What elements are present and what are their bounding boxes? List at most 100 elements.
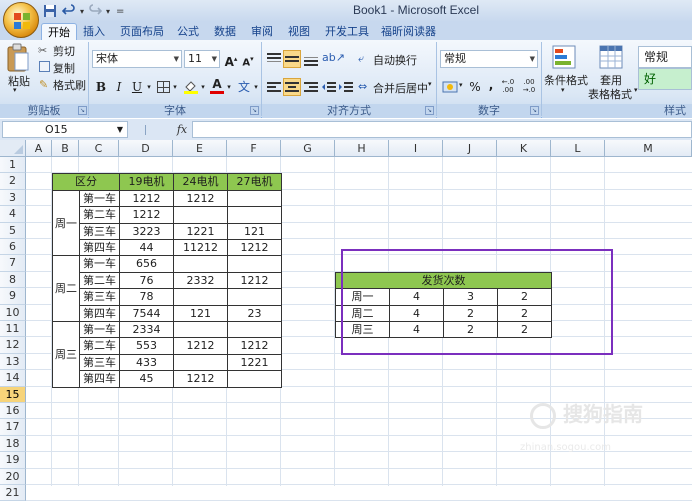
number-launcher-icon[interactable]: ↘ [530,106,539,115]
format-painter-button[interactable]: 格式刷 [53,77,86,93]
decrease-decimal-button[interactable]: .00 →.0 [520,78,538,96]
tab-page-layout[interactable]: 页面布局 [114,23,170,41]
table1-car-cell[interactable]: 第四车 [79,239,120,257]
style-good[interactable]: 好 [638,68,692,90]
table1-value-cell[interactable]: 78 [119,288,174,306]
table1-value-cell[interactable]: 553 [119,337,174,355]
column-header-m[interactable]: M [605,140,692,157]
row-header-11[interactable]: 11 [0,321,26,338]
column-header-d[interactable]: D [119,140,173,157]
row-header-16[interactable]: 16 [0,403,26,420]
table1-car-cell[interactable]: 第三车 [79,288,120,306]
row-header-13[interactable]: 13 [0,353,26,371]
table1-value-cell[interactable]: 44 [119,239,174,257]
borders-icon[interactable] [157,81,170,93]
table1-header-cell[interactable]: 19电机 [119,173,174,191]
wrap-text-button[interactable]: 自动换行 [373,52,417,68]
row-header-2[interactable]: 2 [0,173,26,190]
tab-insert[interactable]: 插入 [77,23,111,41]
column-header-k[interactable]: K [497,140,551,157]
table1-value-cell[interactable]: 23 [227,304,282,322]
align-top-icon[interactable] [266,52,282,66]
table1-car-cell[interactable]: 第二车 [79,271,120,290]
formula-input[interactable] [192,121,692,138]
table1-value-cell[interactable]: 1212 [119,206,174,224]
format-as-table-line2[interactable]: 表格格式 [588,86,632,102]
table1-car-cell[interactable]: 第二车 [79,206,120,224]
align-middle-icon[interactable] [283,50,301,68]
font-size-combo[interactable]: 11 ▼ [184,50,220,68]
table1-value-cell[interactable] [227,288,282,306]
column-header-f[interactable]: F [227,140,281,157]
table1-week-cell[interactable]: 周二 [52,255,80,322]
table1-header-cell[interactable]: 区分 [52,173,120,191]
table1-value-cell[interactable]: 76 [119,271,174,290]
clipboard-launcher-icon[interactable]: ↘ [78,106,87,115]
row-header-7[interactable]: 7 [0,255,26,272]
table1-value-cell[interactable]: 656 [119,255,174,273]
row-header-10[interactable]: 10 [0,304,26,321]
paste-button[interactable]: 粘贴 [8,73,30,89]
table1-car-cell[interactable]: 第一车 [79,255,120,273]
row-header-8[interactable]: 8 [0,271,26,289]
borders-dropdown-icon[interactable]: ▾ [171,78,179,96]
decrease-indent-icon[interactable] [321,80,337,94]
align-center-icon[interactable] [283,78,301,96]
table1-week-cell[interactable]: 周一 [52,189,80,257]
table1-car-cell[interactable]: 第一车 [79,189,120,208]
cut-icon[interactable]: ✂ [38,44,50,57]
row-header-17[interactable]: 17 [0,419,26,436]
table1-value-cell[interactable] [227,370,282,388]
copy-icon[interactable] [39,61,50,72]
conditional-format-icon[interactable] [551,44,577,70]
row-header-12[interactable]: 12 [0,337,26,354]
wrap-text-icon[interactable]: ⤶ [358,52,372,66]
table1-value-cell[interactable]: 45 [119,370,174,388]
column-header-c[interactable]: C [79,140,119,157]
insert-function-button[interactable]: fx [170,121,194,138]
row-header-20[interactable]: 20 [0,468,26,485]
tab-home[interactable]: 开始 [41,23,77,41]
row-header-1[interactable]: 1 [0,157,26,174]
tab-formulas[interactable]: 公式 [171,23,205,41]
table1-week-cell[interactable]: 周三 [52,321,80,388]
phonetic-dropdown-icon[interactable]: ▾ [252,78,260,96]
table1-value-cell[interactable] [173,288,228,306]
phonetic-button[interactable]: 文 [236,78,252,96]
format-as-table-dropdown-icon[interactable]: ▾ [634,86,638,94]
table1-value-cell[interactable]: 11212 [173,239,228,257]
comma-button[interactable]: , [486,76,496,94]
table1-value-cell[interactable]: 2332 [173,271,228,290]
table1-value-cell[interactable] [227,189,282,208]
row-header-9[interactable]: 9 [0,288,26,305]
row-header-19[interactable]: 19 [0,452,26,469]
column-header-g[interactable]: G [281,140,335,157]
orientation-icon[interactable]: ab↗ [322,51,345,65]
cut-button[interactable]: 剪切 [53,43,75,59]
row-header-14[interactable]: 14 [0,370,26,387]
table1-value-cell[interactable] [173,206,228,224]
conditional-format-dropdown-icon[interactable]: ▾ [561,86,565,94]
worksheet-grid[interactable]: ABCDEFGHIJKLM 1 2 3 4 5 6 7 8 9 10 11 12 13 14 15 16 17 1… [0,140,692,501]
column-header-e[interactable]: E [173,140,227,157]
underline-button[interactable]: U [130,78,144,96]
table1-value-cell[interactable]: 1212 [173,370,228,388]
column-header-h[interactable]: H [335,140,389,157]
increase-indent-icon[interactable] [338,80,354,94]
tab-foxit-reader[interactable]: 福昕阅读器 [375,23,442,41]
style-normal[interactable]: 常规 [638,46,692,68]
table1-value-cell[interactable] [227,255,282,273]
column-header-i[interactable]: I [389,140,443,157]
tab-review[interactable]: 审阅 [245,23,279,41]
fill-color-dropdown-icon[interactable]: ▾ [199,78,207,96]
tab-data[interactable]: 数据 [208,23,242,41]
table1-value-cell[interactable]: 2334 [119,321,174,339]
font-color-dropdown-icon[interactable]: ▾ [225,78,233,96]
merge-center-icon[interactable]: ⇔ [358,80,372,94]
paste-dropdown-icon[interactable]: ▾ [13,86,17,94]
table1-value-cell[interactable] [227,321,282,339]
table1-car-cell[interactable]: 第二车 [79,337,120,355]
table1-value-cell[interactable] [173,353,228,372]
column-header-b[interactable]: B [52,140,79,157]
row-header-18[interactable]: 18 [0,435,26,453]
